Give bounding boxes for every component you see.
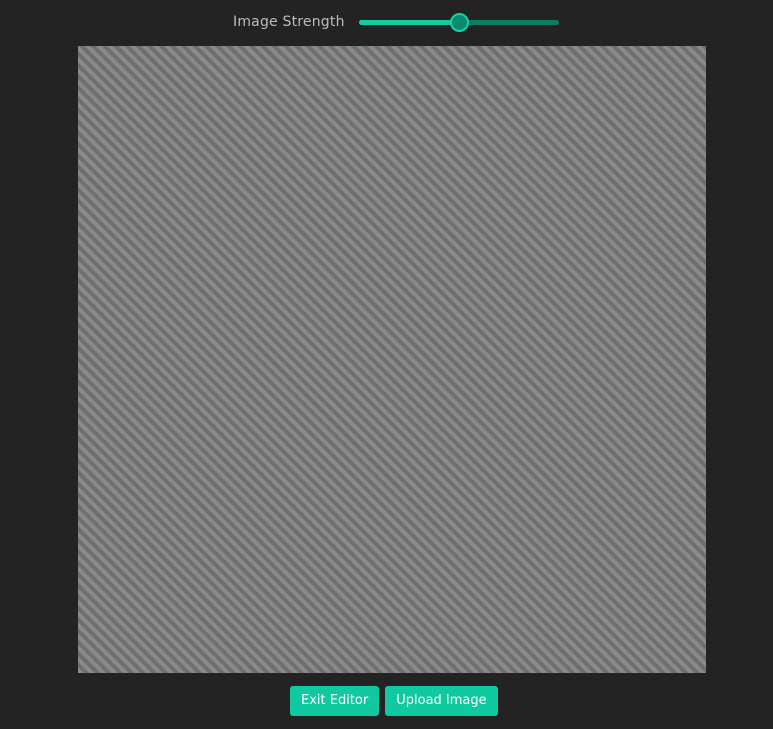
exit-editor-button[interactable]: Exit Editor	[290, 686, 380, 716]
upload-image-button[interactable]: Upload Image	[385, 686, 498, 716]
slider-thumb[interactable]	[449, 13, 469, 32]
image-editor: Image Strength Exit Editor Upload Image	[0, 0, 773, 729]
image-canvas[interactable]	[78, 46, 706, 673]
action-buttons: Exit Editor Upload Image	[290, 686, 498, 716]
image-strength-control: Image Strength	[233, 10, 559, 34]
image-strength-label: Image Strength	[233, 14, 345, 30]
image-strength-slider[interactable]	[358, 10, 559, 34]
slider-fill	[358, 20, 459, 25]
